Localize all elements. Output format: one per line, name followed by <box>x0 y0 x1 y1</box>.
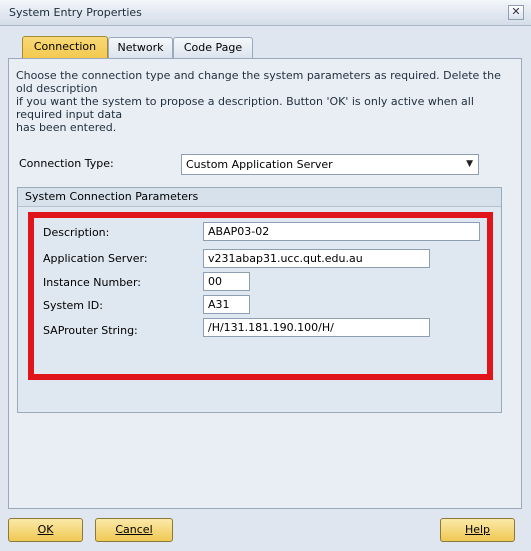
saprouter-string-label: SAProuter String: <box>43 324 138 337</box>
group-title: System Connection Parameters <box>25 190 199 203</box>
title-bar: System Entry Properties ✕ <box>0 0 531 26</box>
description-field[interactable]: ABAP03-02 <box>203 222 480 241</box>
connection-type-select[interactable]: Custom Application Server ▼ <box>181 154 479 175</box>
connection-type-value: Custom Application Server <box>186 158 333 171</box>
ok-button[interactable]: OK <box>8 518 83 542</box>
instance-number-field[interactable]: 00 <box>203 272 250 291</box>
ok-button-label: OK <box>37 523 54 536</box>
tab-code-page[interactable]: Code Page <box>173 37 253 58</box>
group-header: System Connection Parameters <box>18 188 501 207</box>
description-label: Description: <box>43 226 110 239</box>
chevron-down-icon[interactable]: ▼ <box>466 159 473 169</box>
instructions-line-1: Choose the connection type and change th… <box>16 69 501 95</box>
connection-type-label: Connection Type: <box>19 157 114 170</box>
system-id-label: System ID: <box>43 299 103 312</box>
instance-number-label: Instance Number: <box>43 276 141 289</box>
instructions-line-2: if you want the system to propose a desc… <box>16 95 474 121</box>
help-button[interactable]: Help <box>440 518 515 542</box>
cancel-button-label: Cancel <box>115 523 153 536</box>
instructions-line-3: has been entered. <box>16 121 117 134</box>
close-icon[interactable]: ✕ <box>508 5 524 20</box>
system-id-field[interactable]: A31 <box>203 295 250 314</box>
saprouter-string-field[interactable]: /H/131.181.190.100/H/ <box>203 318 430 337</box>
help-button-label: Help <box>464 523 491 536</box>
instructions-text: Choose the connection type and change th… <box>16 69 506 134</box>
application-server-field[interactable]: v231abap31.ucc.qut.edu.au <box>203 249 430 268</box>
tab-network[interactable]: Network <box>108 37 173 58</box>
window-title: System Entry Properties <box>9 6 142 19</box>
tab-connection[interactable]: Connection <box>22 36 108 58</box>
cancel-button[interactable]: Cancel <box>95 518 173 542</box>
application-server-label: Application Server: <box>43 252 148 265</box>
